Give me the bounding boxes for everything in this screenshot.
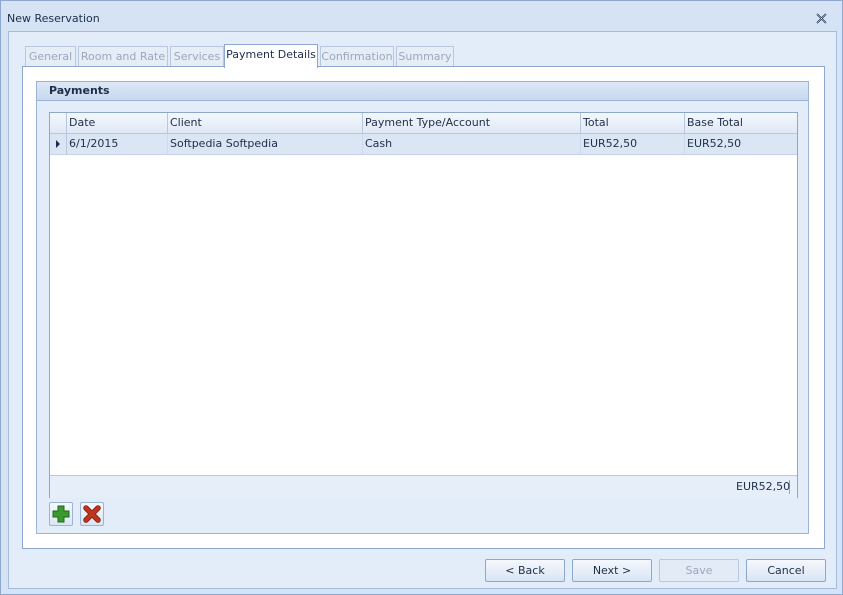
- title-bar: New Reservation: [1, 1, 842, 35]
- cell-client[interactable]: Softpedia Softpedia: [168, 134, 363, 154]
- cell-total[interactable]: EUR52,50: [581, 134, 685, 154]
- column-header-client[interactable]: Client: [168, 113, 363, 133]
- back-button[interactable]: < Back: [485, 559, 565, 582]
- payment-details-page: Payments Date Client Payment Type/Accoun…: [22, 66, 825, 549]
- payments-group: Payments Date Client Payment Type/Accoun…: [36, 81, 809, 534]
- window-title: New Reservation: [7, 12, 100, 25]
- tab-payment-details[interactable]: Payment Details: [224, 44, 318, 68]
- next-button[interactable]: Next >: [572, 559, 652, 582]
- tab-room-and-rate[interactable]: Room and Rate: [78, 46, 168, 66]
- tab-services[interactable]: Services: [170, 46, 224, 66]
- grid-header: Date Client Payment Type/Account Total B…: [50, 113, 797, 134]
- close-button[interactable]: [813, 10, 829, 26]
- table-row[interactable]: 6/1/2015 Softpedia Softpedia Cash EUR52,…: [50, 134, 797, 155]
- add-icon: [52, 505, 70, 523]
- delete-icon: [83, 505, 101, 523]
- footer-total-sum: EUR52,50: [736, 480, 791, 494]
- row-indicator-header: [50, 113, 67, 133]
- current-row-arrow-icon: [56, 140, 60, 148]
- dialog-content: General Room and Rate Services Payment D…: [8, 31, 837, 589]
- column-header-payment-type[interactable]: Payment Type/Account: [363, 113, 581, 133]
- tab-summary[interactable]: Summary: [396, 46, 454, 66]
- payments-grid[interactable]: Date Client Payment Type/Account Total B…: [49, 112, 798, 498]
- new-reservation-window: New Reservation General Room and Rate Se…: [0, 0, 843, 595]
- tab-confirmation[interactable]: Confirmation: [320, 46, 394, 66]
- grid-footer: EUR52,50: [50, 475, 797, 498]
- payments-group-title: Payments: [37, 82, 808, 101]
- cell-date[interactable]: 6/1/2015: [67, 134, 168, 154]
- cell-base-total[interactable]: EUR52,50: [685, 134, 797, 154]
- column-header-date[interactable]: Date: [67, 113, 168, 133]
- save-button: Save: [659, 559, 739, 582]
- close-icon: [815, 12, 827, 24]
- cell-payment-type[interactable]: Cash: [363, 134, 581, 154]
- column-header-total[interactable]: Total: [581, 113, 685, 133]
- add-payment-button[interactable]: [49, 502, 73, 526]
- tab-general[interactable]: General: [25, 46, 76, 66]
- row-indicator: [50, 134, 67, 154]
- cancel-button[interactable]: Cancel: [746, 559, 826, 582]
- delete-payment-button[interactable]: [80, 502, 104, 526]
- column-header-base-total[interactable]: Base Total: [685, 113, 797, 133]
